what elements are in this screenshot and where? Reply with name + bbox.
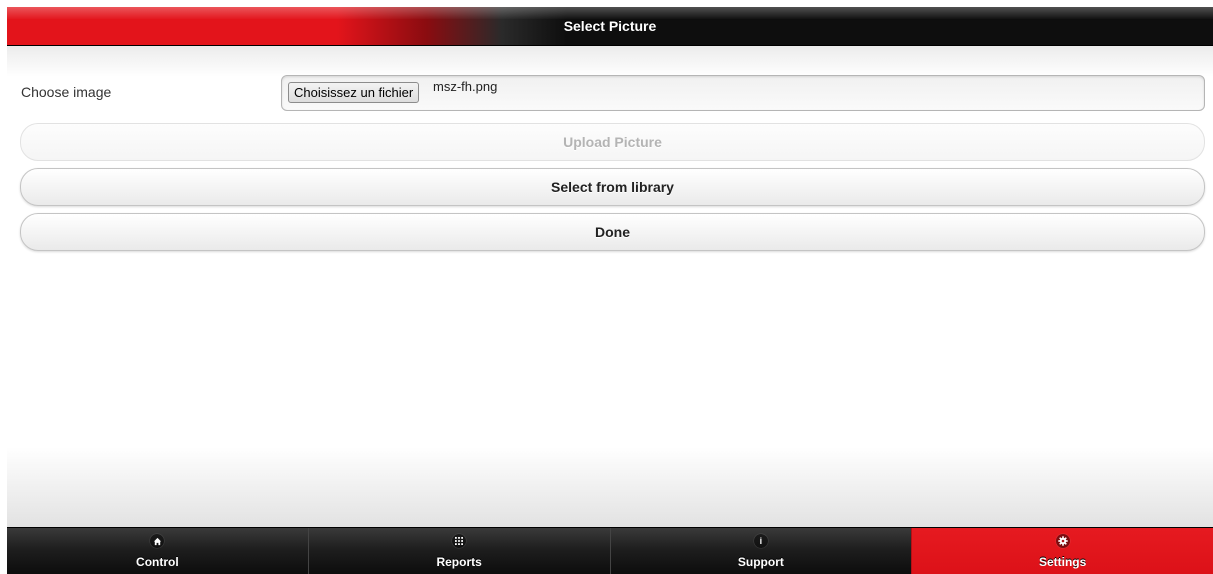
select-from-library-button[interactable]: Select from library [20, 168, 1205, 206]
home-icon [150, 534, 165, 548]
choose-file-button[interactable]: Choisissez un fichier [288, 82, 420, 103]
selected-file-name: msz-fh.png [433, 79, 498, 94]
choose-image-row: Choose image Choisissez un fichier msz-f… [7, 75, 1213, 113]
bottom-tab-bar: Control Reports i Support Settings [7, 527, 1213, 574]
tab-support-label: Support [737, 555, 784, 569]
tab-control[interactable]: Control [7, 528, 308, 574]
upload-picture-button[interactable]: Upload Picture [20, 123, 1205, 161]
tab-settings[interactable]: Settings [911, 528, 1213, 574]
page-title: Select Picture [563, 18, 657, 34]
tab-reports[interactable]: Reports [307, 528, 610, 574]
tab-support[interactable]: i Support [609, 528, 912, 574]
tab-control-label: Control [136, 555, 179, 569]
grid-icon [452, 534, 467, 548]
tab-settings-label: Settings [1038, 555, 1087, 569]
header-bar: Select Picture [7, 7, 1213, 46]
app-frame: Select Picture Choose image Choisissez u… [7, 7, 1213, 574]
gear-icon [1055, 534, 1070, 548]
done-button[interactable]: Done [20, 213, 1205, 251]
info-icon: i [753, 534, 768, 548]
tab-reports-label: Reports [436, 555, 482, 569]
file-input-field[interactable]: Choisissez un fichier msz-fh.png [281, 75, 1205, 111]
choose-image-label: Choose image [21, 84, 112, 100]
